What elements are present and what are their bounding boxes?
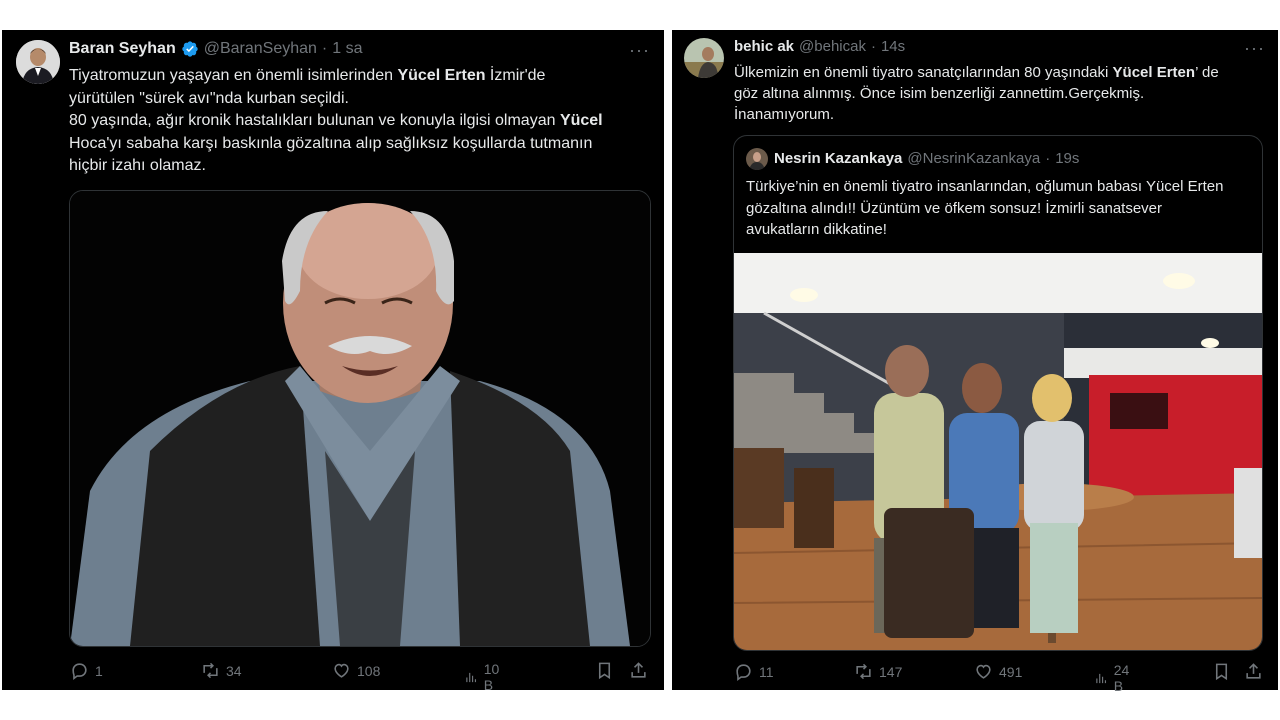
quote-author-handle[interactable]: @NesrinKazankaya [907, 150, 1040, 167]
bookmark-icon [1215, 663, 1228, 681]
tweet-header: behic ak @behicak · 14s [734, 38, 905, 55]
dot-separator: · [321, 40, 328, 57]
repost-icon [856, 663, 871, 680]
reply-count: 11 [759, 663, 774, 680]
portrait-image [70, 191, 650, 646]
heart-icon [334, 663, 349, 678]
like-count: 491 [999, 663, 1023, 680]
reply-count: 1 [95, 662, 103, 679]
quoted-tweet[interactable]: Nesrin Kazankaya @NesrinKazankaya · 19s … [733, 135, 1263, 651]
views-icon [466, 672, 477, 682]
views-count: 10 B [483, 661, 500, 693]
repost-button[interactable]: 34 [201, 661, 242, 680]
tweet-time[interactable]: 14s [881, 38, 905, 55]
quote-time[interactable]: 19s [1055, 150, 1079, 167]
author-handle[interactable]: @BaranSeyhan [204, 40, 317, 58]
verified-badge-icon [182, 41, 198, 57]
share-icon [1246, 663, 1261, 679]
quote-avatar[interactable] [746, 148, 768, 170]
avatar[interactable] [684, 38, 724, 78]
tweet-card-right: behic ak @behicak · 14s ··· Ülkemizin en… [672, 30, 1278, 694]
tweet-text: Tiyatromuzun yaşayan en önemli isimlerin… [69, 67, 603, 174]
bookmark-icon [598, 662, 611, 680]
reply-icon [72, 663, 87, 680]
share-icon [631, 662, 646, 678]
more-options-icon[interactable]: ··· [629, 40, 650, 61]
repost-button[interactable]: 147 [854, 662, 902, 681]
quote-header: Nesrin Kazankaya @NesrinKazankaya · 19s [774, 150, 1079, 167]
like-button[interactable]: 491 [974, 662, 1022, 681]
author-name[interactable]: behic ak [734, 38, 794, 55]
tweet-time[interactable]: 1 sa [332, 40, 362, 58]
share-button[interactable] [1244, 662, 1263, 681]
views-button[interactable]: 24 B [1094, 662, 1135, 694]
mention-name: Yücel Erten [397, 67, 486, 84]
views-icon [1096, 673, 1107, 683]
reply-button[interactable]: 1 [70, 661, 103, 680]
bookmark-button[interactable] [1212, 662, 1231, 681]
reply-icon [736, 664, 751, 681]
more-options-icon[interactable]: ··· [1244, 38, 1265, 59]
share-button[interactable] [629, 661, 648, 680]
like-count: 108 [357, 662, 381, 679]
avatar[interactable] [16, 40, 60, 84]
tweet-photo[interactable] [69, 190, 651, 647]
tweet-card-left: Baran Seyhan @BaranSeyhan · 1 sa ··· Tiy… [2, 30, 664, 693]
tweet-header: Baran Seyhan @BaranSeyhan · 1 sa [69, 40, 363, 58]
views-count: 24 B [1113, 662, 1130, 694]
like-button[interactable]: 108 [332, 661, 380, 680]
repost-count: 34 [226, 662, 242, 679]
dot-separator: · [870, 38, 876, 55]
quote-text: Türkiye’nin en önemli tiyatro insanların… [746, 178, 1224, 238]
reply-button[interactable]: 11 [734, 662, 774, 681]
heart-icon [976, 664, 991, 679]
views-button[interactable]: 10 B [464, 661, 505, 693]
tweet-text: Ülkemizin en önemli tiyatro sanatçıların… [734, 64, 1219, 123]
author-handle[interactable]: @behicak [799, 38, 866, 55]
group-photo-image [734, 253, 1262, 650]
author-name[interactable]: Baran Seyhan [69, 40, 176, 58]
repost-icon [203, 662, 218, 679]
dot-separator: · [1045, 150, 1051, 167]
repost-count: 147 [879, 663, 903, 680]
bookmark-button[interactable] [595, 661, 614, 680]
quote-author-name[interactable]: Nesrin Kazankaya [774, 150, 902, 167]
quote-photo[interactable] [734, 253, 1262, 650]
